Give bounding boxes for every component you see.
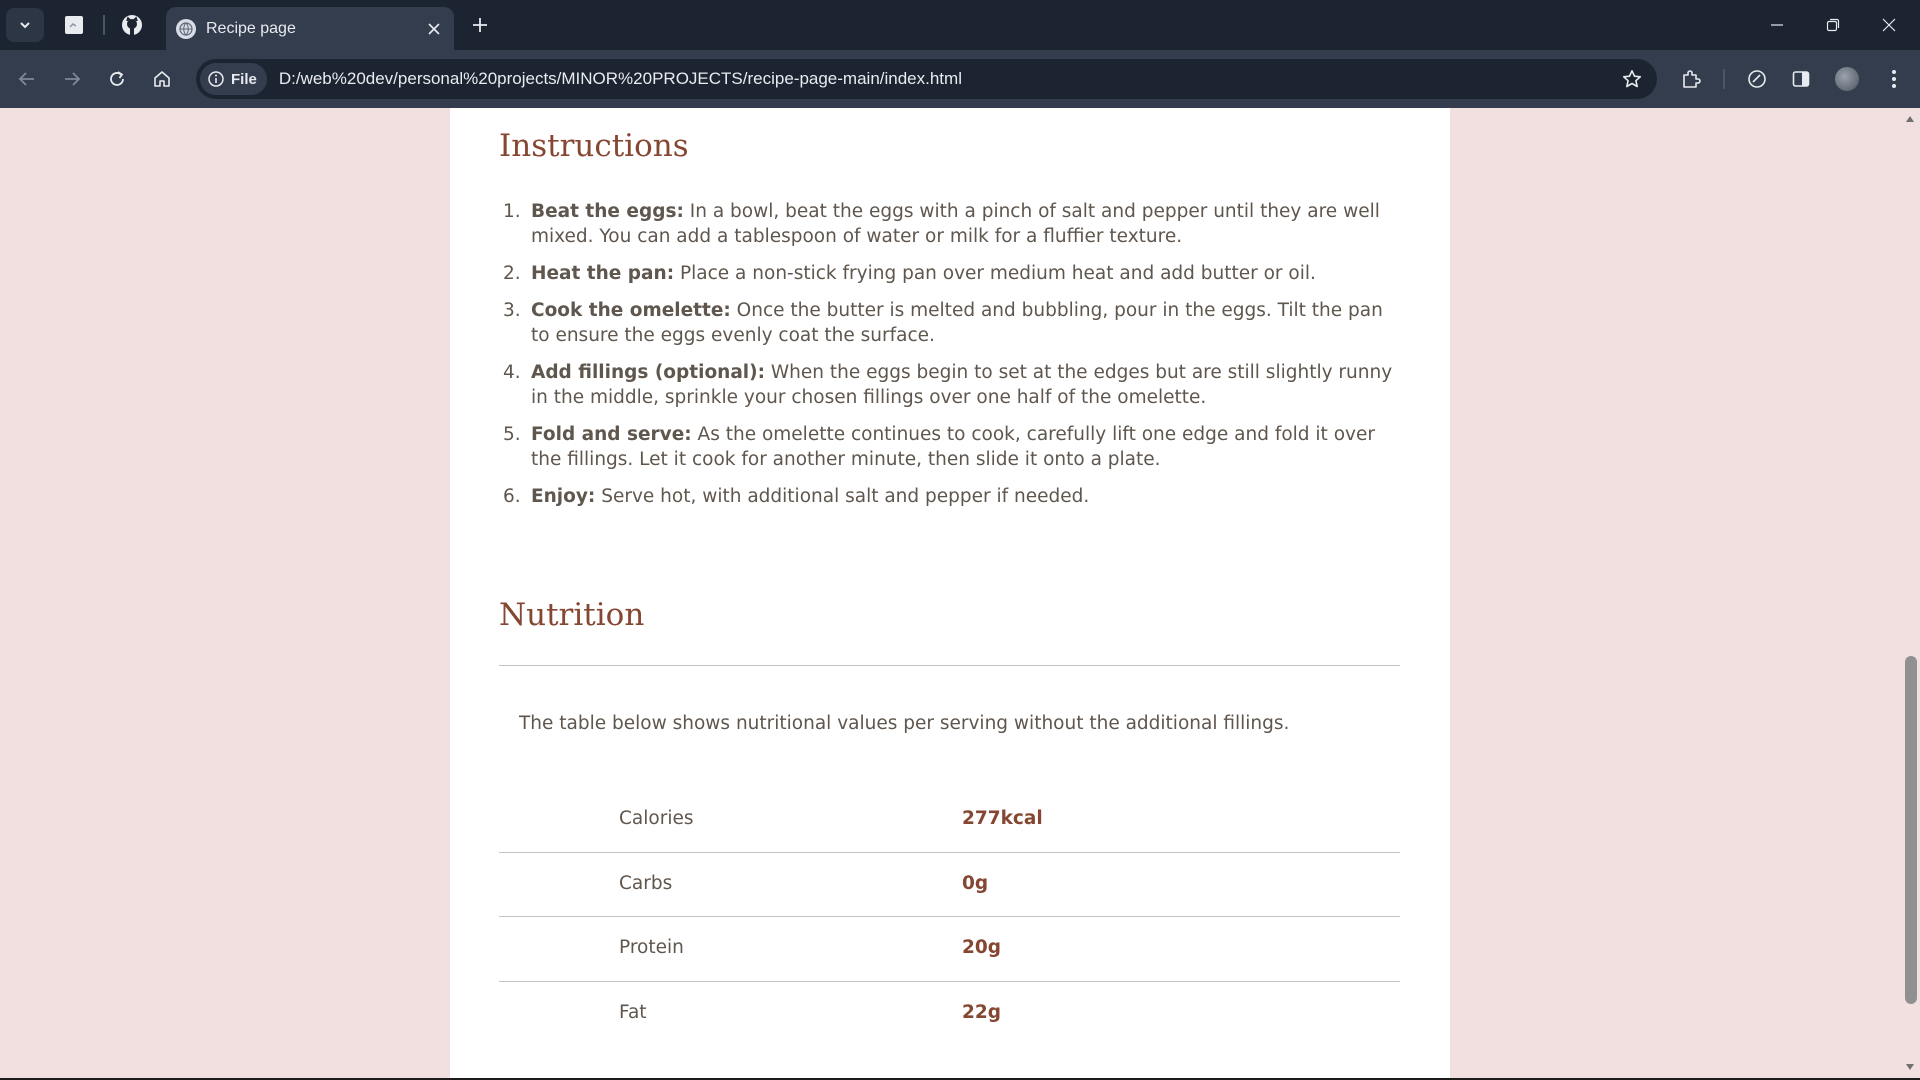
nutrition-heading: Nutrition [499, 597, 645, 633]
extensions-button[interactable] [1674, 62, 1708, 96]
tab-title: Recipe page [206, 19, 296, 37]
new-tab-button[interactable] [466, 11, 494, 39]
section-divider [499, 665, 1400, 666]
scroll-up-arrow[interactable] [1900, 112, 1920, 126]
close-icon [428, 22, 440, 35]
restore-button[interactable] [1805, 0, 1861, 50]
tab-separator [103, 15, 105, 35]
list-item: 1. Beat the eggs: In a bowl, beat the eg… [499, 199, 1399, 249]
scrollbar-thumb[interactable] [1905, 656, 1917, 1004]
list-item: 2. Heat the pan: Place a non-stick fryin… [499, 261, 1399, 286]
list-item: 4. Add fillings (optional): When the egg… [499, 360, 1399, 410]
bookmark-button[interactable] [1615, 62, 1649, 96]
home-icon [154, 71, 170, 87]
address-bar[interactable]: File D:/web%20dev/personal%20projects/MI… [196, 59, 1657, 99]
table-row: Calories 277kcal [499, 788, 1400, 853]
performance-button[interactable] [1740, 62, 1774, 96]
nutrient-label: Fat [619, 1001, 647, 1023]
step-number: 4. [503, 362, 521, 383]
arrow-left-icon [18, 72, 34, 86]
info-icon [208, 71, 224, 87]
forward-button[interactable] [55, 62, 89, 96]
gauge-icon [1748, 70, 1766, 88]
instructions-list: 1. Beat the eggs: In a bowl, beat the eg… [499, 199, 1399, 521]
close-icon [1882, 18, 1896, 32]
minimize-button[interactable] [1749, 0, 1805, 50]
step-title: Enjoy: [531, 486, 596, 507]
chevron-down-icon [20, 22, 30, 29]
recipe-card: Instructions 1. Beat the eggs: In a bowl… [450, 108, 1450, 1078]
table-row: Carbs 0g [499, 853, 1400, 917]
tab-bar: Recipe page [0, 0, 1920, 50]
site-info-button[interactable]: File [200, 63, 267, 95]
nutrient-label: Carbs [619, 872, 673, 894]
pinned-tab-app[interactable] [61, 12, 87, 38]
step-title: Fold and serve: [531, 424, 692, 445]
list-item: 6. Enjoy: Serve hot, with additional sal… [499, 484, 1399, 509]
site-chip-label: File [231, 70, 257, 88]
step-title: Beat the eggs: [531, 201, 684, 222]
page-viewport: Instructions 1. Beat the eggs: In a bowl… [0, 108, 1900, 1078]
side-panel-button[interactable] [1784, 62, 1818, 96]
step-number: 2. [503, 263, 521, 284]
tab-search-button[interactable] [6, 8, 44, 42]
globe-icon [176, 18, 196, 39]
github-icon [122, 15, 142, 35]
step-number: 3. [503, 300, 521, 321]
list-item: 5. Fold and serve: As the omelette conti… [499, 422, 1399, 472]
browser-menu-button[interactable] [1877, 62, 1911, 96]
tab-close-button[interactable] [420, 15, 448, 43]
minimize-icon [1771, 24, 1783, 26]
page-scrollbar[interactable] [1900, 108, 1920, 1078]
nutrient-label: Protein [619, 937, 684, 958]
scroll-down-arrow[interactable] [1900, 1060, 1920, 1074]
nutrition-intro: The table below shows nutritional values… [519, 713, 1290, 734]
table-row: Fat 22g [499, 982, 1400, 1047]
close-window-button[interactable] [1861, 0, 1917, 50]
avatar[interactable] [1835, 67, 1859, 91]
triangle-up-icon [1906, 116, 1914, 122]
kebab-menu-icon [1892, 70, 1896, 88]
restore-icon [1826, 18, 1840, 32]
step-number: 5. [503, 424, 521, 445]
back-button[interactable] [10, 62, 44, 96]
nutrient-value: 20g [962, 937, 1001, 958]
nutrient-value: 277kcal [962, 808, 1043, 829]
puzzle-icon [1683, 70, 1701, 88]
pinned-tab-github[interactable] [119, 12, 145, 38]
app-icon [65, 16, 83, 34]
reload-icon [110, 71, 124, 86]
arrow-right-icon [65, 72, 81, 86]
list-item: 3. Cook the omelette: Once the butter is… [499, 298, 1399, 348]
url-text[interactable]: D:/web%20dev/personal%20projects/MINOR%2… [279, 69, 1615, 89]
side-panel-icon [1792, 71, 1810, 87]
nutrient-value: 22g [962, 1001, 1001, 1023]
nutrient-value: 0g [962, 872, 989, 894]
step-text: Place a non-stick frying pan over medium… [674, 263, 1316, 284]
instructions-heading: Instructions [499, 128, 689, 164]
tab-recipe-page[interactable]: Recipe page [166, 7, 454, 50]
star-icon [1622, 70, 1642, 88]
browser-toolbar: File D:/web%20dev/personal%20projects/MI… [0, 50, 1920, 108]
step-title: Add fillings (optional): [531, 362, 765, 383]
step-number: 1. [503, 201, 521, 222]
home-button[interactable] [145, 62, 179, 96]
step-title: Cook the omelette: [531, 300, 731, 321]
table-row: Protein 20g [499, 917, 1400, 982]
plus-icon [473, 18, 487, 32]
step-number: 6. [503, 486, 521, 507]
step-title: Heat the pan: [531, 263, 675, 284]
nutrient-label: Calories [619, 808, 694, 829]
toolbar-separator [1723, 69, 1725, 89]
triangle-down-icon [1906, 1064, 1914, 1070]
nutrition-table: Calories 277kcal Carbs 0g Protein 20g Fa… [499, 788, 1400, 1046]
step-text: Serve hot, with additional salt and pepp… [595, 486, 1090, 507]
reload-button[interactable] [100, 62, 134, 96]
